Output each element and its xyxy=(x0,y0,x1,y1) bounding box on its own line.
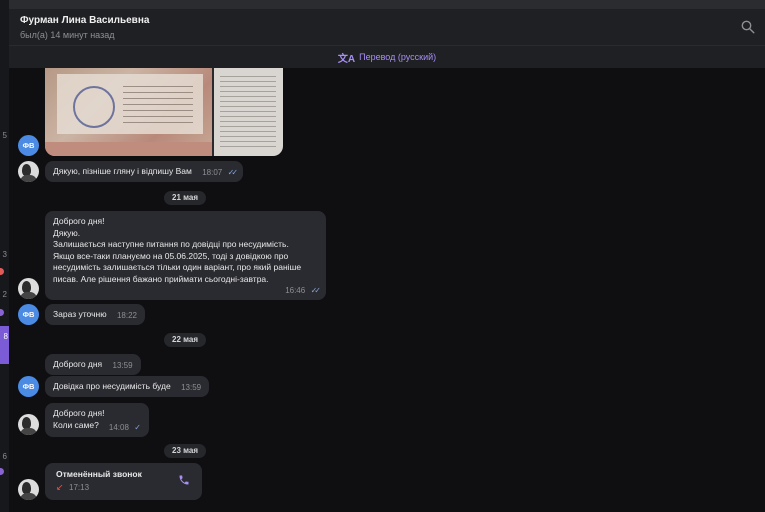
unread-dot xyxy=(0,309,4,316)
message-text: Зараз уточню xyxy=(53,309,107,319)
read-checks-icon: ✓✓ xyxy=(310,285,322,295)
phone-icon[interactable] xyxy=(178,474,190,486)
avatar[interactable]: ФВ xyxy=(18,304,39,325)
strip-counter: 3 xyxy=(2,250,7,259)
strip-counter: 8 xyxy=(3,332,8,341)
translate-bar[interactable]: 文A Перевод (русский) xyxy=(9,45,765,68)
message-bubble[interactable]: Дякую, пізніше гляну і відпишу Вам 18:07… xyxy=(45,161,244,182)
chat-list-strip[interactable]: 5 3 2 8 6 xyxy=(0,0,9,512)
search-icon[interactable] xyxy=(741,20,755,34)
contact-name[interactable]: Фурман Лина Васильевна xyxy=(20,15,149,26)
window-top-bar xyxy=(9,0,765,9)
message-bubble[interactable]: Довідка про несудимість буде 13:59 xyxy=(45,376,210,397)
avatar[interactable] xyxy=(18,479,39,500)
avatar[interactable]: ФВ xyxy=(18,135,39,156)
call-title: Отменённый звонок xyxy=(56,469,142,479)
message-text: Доброго дня xyxy=(53,359,103,369)
date-separator: 21 мая xyxy=(164,191,207,205)
message-time: 18:22 xyxy=(116,311,137,320)
translate-label: Перевод (русский) xyxy=(359,52,437,62)
missed-call-arrow-icon: ↙ xyxy=(56,482,64,492)
message-bubble[interactable]: Доброго дня! Коли саме? 14:08 ✓ xyxy=(45,403,149,437)
read-checks-icon: ✓✓ xyxy=(227,168,239,177)
avatar[interactable]: ФВ xyxy=(18,376,39,397)
message-time: 14:08 xyxy=(108,422,129,432)
avatar[interactable] xyxy=(18,161,39,182)
message-text: Доброго дня! Дякую. Залишається наступне… xyxy=(53,216,302,284)
strip-counter: 5 xyxy=(2,131,7,140)
last-seen-status: был(а) 14 минут назад xyxy=(20,30,115,40)
chat-header[interactable]: Фурман Лина Васильевна был(а) 14 минут н… xyxy=(9,9,765,45)
message-bubble[interactable]: Доброго дня 13:59 xyxy=(45,354,141,375)
message-text: Довідка про несудимість буде xyxy=(53,381,171,391)
strip-counter: 2 xyxy=(2,290,7,299)
strip-counter: 6 xyxy=(2,452,7,461)
read-check-icon: ✓ xyxy=(134,422,141,432)
document-photo xyxy=(214,68,283,156)
message-text: Дякую, пізніше гляну і відпишу Вам xyxy=(53,166,192,176)
date-separator: 22 мая xyxy=(164,333,207,347)
message-time: 18:07 xyxy=(202,168,223,177)
avatar[interactable] xyxy=(18,414,39,435)
document-photo xyxy=(45,68,212,156)
message-time: 16:46 xyxy=(285,285,306,295)
translate-icon: 文A xyxy=(337,53,356,65)
message-time: 13:59 xyxy=(112,361,133,370)
message-time: 13:59 xyxy=(181,383,202,392)
photo-message[interactable] xyxy=(45,68,283,156)
unread-dot xyxy=(0,268,4,275)
call-message[interactable]: Отменённый звонок ↙ 17:13 xyxy=(45,463,202,500)
call-time: 17:13 xyxy=(69,483,90,492)
message-list[interactable]: ФВ Дякую, пізніше гляну і відпишу Вам 18… xyxy=(9,68,765,512)
date-separator: 23 мая xyxy=(164,444,207,458)
active-chat-indicator[interactable]: 8 xyxy=(0,326,9,364)
message-bubble[interactable]: Зараз уточню 18:22 xyxy=(45,304,145,325)
message-bubble[interactable]: Доброго дня! Дякую. Залишається наступне… xyxy=(45,211,326,300)
unread-dot xyxy=(0,468,4,475)
avatar[interactable] xyxy=(18,278,39,299)
